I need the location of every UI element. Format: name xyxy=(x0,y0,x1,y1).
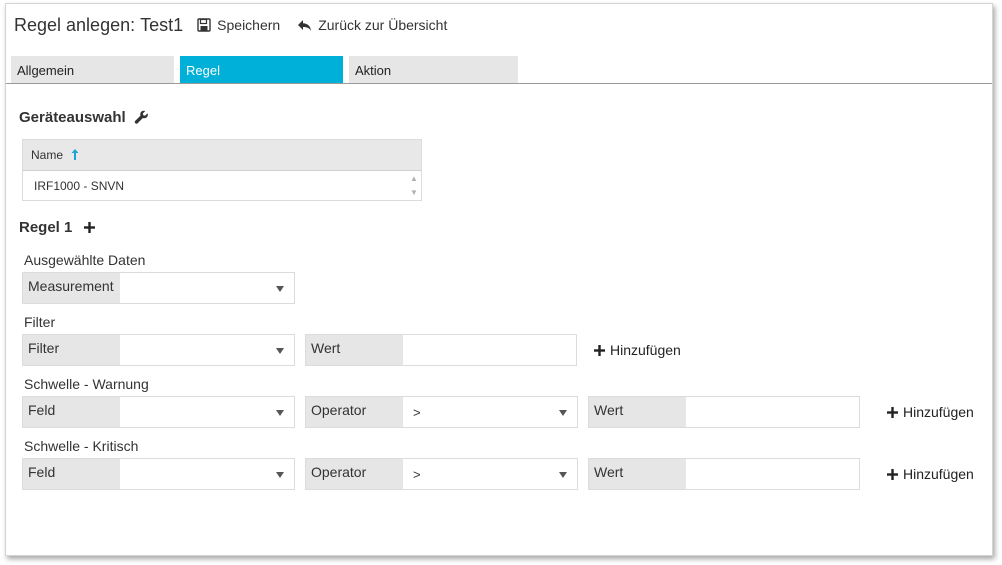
plus-icon[interactable] xyxy=(84,222,96,233)
scroll-up-icon[interactable]: ▲ xyxy=(410,175,418,183)
plus-icon xyxy=(887,468,898,480)
warning-wert-field[interactable] xyxy=(686,397,859,427)
sort-ascending-icon xyxy=(71,149,79,160)
rule-editor-window: Regel anlegen: Test1 Speichern Zurück zu… xyxy=(5,3,993,556)
header-bar: Regel anlegen: Test1 Speichern Zurück zu… xyxy=(14,13,464,37)
reply-arrow-icon xyxy=(298,19,312,31)
warning-operator-label: Operator xyxy=(306,397,403,427)
wrench-icon[interactable] xyxy=(134,110,149,125)
warning-threshold-label: Schwelle - Warnung xyxy=(24,376,149,392)
filter-select[interactable]: Filter xyxy=(22,334,295,366)
chevron-down-icon xyxy=(559,472,567,478)
critical-operator-label: Operator xyxy=(306,459,403,489)
critical-field-select[interactable]: Feld xyxy=(22,458,295,490)
title-prefix: Regel anlegen: xyxy=(14,14,136,35)
critical-threshold-label: Schwelle - Kritisch xyxy=(24,438,139,454)
tab-regel[interactable]: Regel xyxy=(180,56,343,83)
device-section-heading: Geräteauswahl xyxy=(19,109,149,126)
filter-add-label: Hinzufügen xyxy=(610,342,681,358)
critical-value-input[interactable]: Wert xyxy=(588,458,860,490)
plus-icon xyxy=(594,344,605,356)
critical-operator-text: > xyxy=(413,467,421,482)
critical-add-button[interactable]: Hinzufügen xyxy=(887,466,974,482)
warning-value-input[interactable]: Wert xyxy=(588,396,860,428)
back-to-overview-button[interactable]: Zurück zur Übersicht xyxy=(297,17,447,33)
critical-operator-value[interactable]: > xyxy=(403,459,577,489)
critical-field-label: Feld xyxy=(23,459,120,489)
measurement-field-label: Measurement xyxy=(23,273,120,303)
scroll-down-icon[interactable]: ▼ xyxy=(410,189,418,197)
warning-field-value[interactable] xyxy=(120,397,294,427)
filter-value-input[interactable]: Wert xyxy=(305,334,577,366)
critical-operator-select[interactable]: Operator > xyxy=(305,458,578,490)
measurement-select[interactable]: Measurement xyxy=(22,272,295,304)
warning-operator-select[interactable]: Operator > xyxy=(305,396,578,428)
tab-divider xyxy=(6,83,992,84)
grid-column-label: Name xyxy=(31,148,64,162)
chevron-down-icon xyxy=(276,286,284,292)
filter-wert-field[interactable] xyxy=(403,335,576,365)
floppy-disk-icon xyxy=(197,18,211,32)
tab-bar: Allgemein Regel Aktion xyxy=(11,56,524,83)
rule-heading: Regel 1 xyxy=(19,219,96,236)
warning-operator-value[interactable]: > xyxy=(403,397,577,427)
warning-field-select[interactable]: Feld xyxy=(22,396,295,428)
filter-value[interactable] xyxy=(120,335,294,365)
critical-wert-field[interactable] xyxy=(686,459,859,489)
back-label: Zurück zur Übersicht xyxy=(318,17,448,33)
grid-scrollbar[interactable]: ▲ ▼ xyxy=(407,171,421,200)
filter-add-button[interactable]: Hinzufügen xyxy=(594,342,681,358)
page-title: Regel anlegen: Test1 xyxy=(14,15,183,36)
chevron-down-icon xyxy=(559,410,567,416)
device-name-cell: IRF1000 - SNVN xyxy=(34,179,125,193)
tab-aktion[interactable]: Aktion xyxy=(349,56,518,83)
warning-add-label: Hinzufügen xyxy=(903,404,974,420)
warning-operator-text: > xyxy=(413,405,421,420)
measurement-value[interactable] xyxy=(120,273,294,303)
rule-name: Test1 xyxy=(140,14,184,35)
save-label: Speichern xyxy=(217,17,281,33)
chevron-down-icon xyxy=(276,410,284,416)
device-section-title: Geräteauswahl xyxy=(19,109,126,126)
chevron-down-icon xyxy=(276,472,284,478)
warning-add-button[interactable]: Hinzufügen xyxy=(887,404,974,420)
tab-allgemein[interactable]: Allgemein xyxy=(11,56,174,83)
critical-add-label: Hinzufügen xyxy=(903,466,974,482)
rule-title: Regel 1 xyxy=(19,219,73,236)
filter-section-label: Filter xyxy=(24,314,56,330)
filter-field-label: Filter xyxy=(23,335,120,365)
warning-field-label: Feld xyxy=(23,397,120,427)
selected-data-label: Ausgewählte Daten xyxy=(24,252,146,268)
save-button[interactable]: Speichern xyxy=(197,17,280,33)
table-row[interactable]: IRF1000 - SNVN ▲ ▼ xyxy=(23,171,421,200)
warning-wert-label: Wert xyxy=(589,397,686,427)
critical-field-value[interactable] xyxy=(120,459,294,489)
critical-wert-label: Wert xyxy=(589,459,686,489)
chevron-down-icon xyxy=(276,348,284,354)
grid-column-name[interactable]: Name xyxy=(23,140,421,171)
plus-icon xyxy=(887,406,898,418)
device-grid: Name IRF1000 - SNVN ▲ ▼ xyxy=(22,139,422,201)
filter-wert-label: Wert xyxy=(306,335,403,365)
